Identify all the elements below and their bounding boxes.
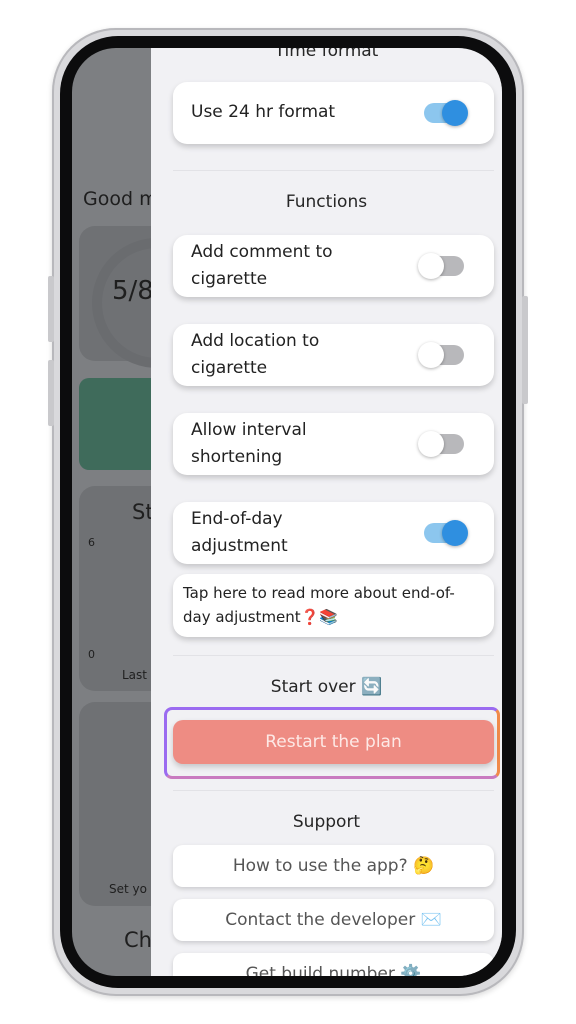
divider <box>173 655 494 656</box>
toggle-knob <box>418 253 444 279</box>
end-of-day-setting[interactable]: End-of-day adjustment <box>173 502 494 564</box>
functions-title: Functions <box>285 192 368 212</box>
restart-plan-button[interactable]: Restart the plan <box>173 720 494 764</box>
interval-shortening-toggle[interactable] <box>418 431 464 457</box>
divider <box>173 170 494 171</box>
end-of-day-toggle[interactable] <box>424 520 468 546</box>
end-of-day-info-link[interactable]: Tap here to read more about end-of- day … <box>173 574 494 637</box>
use-24hr-label: Use 24 hr format <box>191 102 336 122</box>
label-line: Allow interval <box>191 420 307 440</box>
interval-shortening-label: Allow interval shortening <box>191 417 307 471</box>
label-line: End-of-day <box>191 509 283 529</box>
info-link-line: day adjustment❓📚 <box>183 608 339 626</box>
use-24hr-setting[interactable]: Use 24 hr format <box>173 82 494 144</box>
toggle-knob <box>442 100 468 126</box>
label-line: Add comment to <box>191 242 333 262</box>
background-greeting: Good m <box>83 188 158 210</box>
toggle-knob <box>418 342 444 368</box>
info-link-line: Tap here to read more about end-of- <box>183 584 455 602</box>
settings-drawer[interactable]: Time format Use 24 hr format Functions A… <box>151 48 502 976</box>
background-axis-top: 6 <box>88 536 95 549</box>
time-format-title: Time format <box>274 48 379 61</box>
use-24hr-toggle[interactable] <box>424 100 468 126</box>
label-line: cigarette <box>191 358 268 378</box>
background-axis-caption: Last <box>122 668 147 682</box>
add-location-toggle[interactable] <box>418 342 464 368</box>
interval-shortening-setting[interactable]: Allow interval shortening <box>173 413 494 475</box>
add-location-label: Add location to cigarette <box>191 328 319 382</box>
toggle-knob <box>442 520 468 546</box>
label-line: Add location to <box>191 331 320 351</box>
divider <box>173 790 494 791</box>
start-over-title: Start over 🔄 <box>270 677 383 697</box>
contact-developer-button[interactable]: Contact the developer ✉️ <box>173 899 494 941</box>
background-progress-count: 5/8 <box>112 276 154 306</box>
support-title: Support <box>292 812 361 832</box>
build-number-button[interactable]: Get build number ⚙️ <box>173 953 494 976</box>
add-location-setting[interactable]: Add location to cigarette <box>173 324 494 386</box>
how-to-use-button[interactable]: How to use the app? 🤔 <box>173 845 494 887</box>
add-comment-setting[interactable]: Add comment to cigarette <box>173 235 494 297</box>
toggle-knob <box>418 431 444 457</box>
phone-screen: Good m 5/8 St 6 0 Last Set yo Ch Time fo… <box>72 48 502 976</box>
phone-side-button-right <box>522 296 528 404</box>
background-set-caption: Set yo <box>109 882 147 896</box>
add-comment-label: Add comment to cigarette <box>191 239 333 293</box>
end-of-day-label: End-of-day adjustment <box>191 506 288 560</box>
label-line: adjustment <box>191 536 288 556</box>
label-line: shortening <box>191 447 283 467</box>
add-comment-toggle[interactable] <box>418 253 464 279</box>
background-axis-bottom: 0 <box>88 648 95 661</box>
background-bottom-title: Ch <box>124 928 152 952</box>
label-line: cigarette <box>191 269 268 289</box>
phone-side-button-left-lower <box>48 360 54 426</box>
phone-side-button-left-upper <box>48 276 54 342</box>
